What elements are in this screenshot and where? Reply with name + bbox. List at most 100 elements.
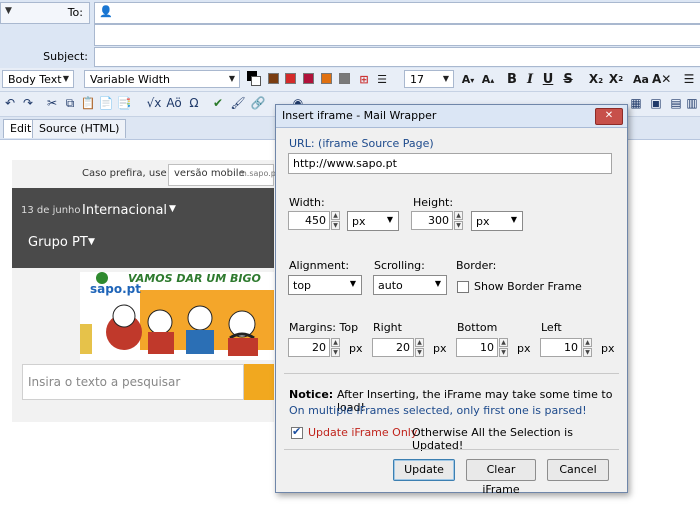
spin-down-icon[interactable]: ▼	[331, 348, 340, 357]
spellcheck-icon[interactable]: ✔	[210, 95, 226, 111]
cancel-button[interactable]: Cancel	[547, 459, 609, 481]
group-menu[interactable]: Grupo PT	[28, 235, 88, 250]
chevron-down-icon: ▼	[434, 279, 441, 288]
to-field[interactable]: 👤	[94, 2, 700, 24]
paste-word-icon[interactable]: 📑	[116, 95, 132, 111]
change-case-icon[interactable]: Aa	[632, 70, 650, 89]
undo-icon[interactable]: ↶	[2, 95, 18, 111]
background-color-swatch	[251, 76, 261, 86]
site-search-input[interactable]: Insira o texto a pesquisar	[22, 364, 244, 400]
copy-icon[interactable]: ⧉	[62, 95, 78, 111]
recipient-type-dropdown[interactable]: ▼ To:	[0, 2, 90, 24]
paste-text-icon[interactable]: 📄	[98, 95, 114, 111]
italic-icon[interactable]: I	[522, 70, 538, 89]
underline-icon[interactable]: U	[540, 70, 556, 89]
notice-text-2: On multiple iFrames selected, only first…	[289, 404, 587, 417]
margin-right-stepper[interactable]: ▲ ▼	[415, 338, 424, 357]
bullet-list-icon[interactable]: ☰	[680, 70, 698, 89]
clear-format-icon[interactable]: A✕	[652, 70, 671, 89]
height-input[interactable]: 300	[411, 211, 453, 230]
more-icon[interactable]: ▥	[684, 95, 700, 111]
update-iframe-only-label: Update iFrame Only	[308, 426, 418, 439]
margin-left-stepper[interactable]: ▲ ▼	[583, 338, 592, 357]
list-icon[interactable]: ☰	[374, 70, 390, 89]
omega-icon[interactable]: Ω	[186, 95, 202, 111]
ad-banner[interactable]: sapo.pt VAMOS DAR UM BIGO	[80, 272, 274, 360]
subject-field[interactable]	[94, 47, 700, 67]
subscript-icon[interactable]: X2	[586, 70, 606, 89]
dialog-titlebar[interactable]: Insert iframe - Mail Wrapper ✕	[276, 105, 627, 128]
spin-down-icon[interactable]: ▼	[415, 348, 424, 357]
width-stepper[interactable]: ▲ ▼	[331, 211, 340, 230]
color-swatch[interactable]	[321, 73, 332, 84]
grid-icon[interactable]: ▤	[668, 95, 684, 111]
height-stepper[interactable]: ▲ ▼	[454, 211, 463, 230]
margin-top-stepper[interactable]: ▲ ▼	[331, 338, 340, 357]
font-family-select[interactable]: Variable Width ▼	[84, 70, 240, 88]
height-unit-select[interactable]: px ▼	[471, 211, 523, 231]
url-label: URL: (iframe Source Page)	[289, 137, 434, 150]
font-size-select[interactable]: 17 ▼	[404, 70, 454, 88]
link-icon[interactable]: 🔗	[250, 95, 266, 111]
scrolling-select[interactable]: auto ▼	[373, 275, 447, 295]
px-label: px	[517, 342, 531, 355]
margin-left-label: Left	[541, 321, 562, 334]
redo-icon[interactable]: ↷	[20, 95, 36, 111]
decrease-font-icon[interactable]: A▾	[458, 70, 478, 89]
paragraph-style-select[interactable]: Body Text ▼	[2, 70, 74, 88]
address-book-icon[interactable]: 👤	[99, 5, 113, 18]
superscript-icon[interactable]: X2	[606, 70, 626, 89]
section-menu[interactable]: Internacional	[82, 203, 167, 218]
spin-up-icon[interactable]: ▲	[331, 338, 340, 347]
mobile-prompt: Caso prefira, use a	[82, 168, 176, 179]
chevron-down-icon: ▼	[88, 237, 95, 247]
close-button[interactable]: ✕	[595, 108, 623, 125]
spin-down-icon[interactable]: ▼	[454, 221, 463, 230]
spin-up-icon[interactable]: ▲	[331, 211, 340, 220]
color-swatch[interactable]	[339, 73, 350, 84]
margin-bottom-input[interactable]: 10	[456, 338, 498, 357]
bold-icon[interactable]: B	[504, 70, 520, 89]
paste-icon[interactable]: 📋	[80, 95, 96, 111]
text-color-picker[interactable]	[246, 70, 262, 88]
spin-up-icon[interactable]: ▲	[415, 338, 424, 347]
formula-icon[interactable]: √x	[146, 95, 162, 111]
width-input[interactable]: 450	[288, 211, 330, 230]
strikethrough-icon[interactable]: S	[560, 70, 576, 89]
show-border-label: Show Border Frame	[474, 280, 582, 293]
spin-down-icon[interactable]: ▼	[331, 221, 340, 230]
increase-font-icon[interactable]: A▴	[478, 70, 498, 89]
table-icon[interactable]: ▦	[628, 95, 644, 111]
color-swatch[interactable]	[303, 73, 314, 84]
clear-iframe-button[interactable]: Clear iFrame	[466, 459, 536, 496]
alignment-select[interactable]: top ▼	[288, 275, 362, 295]
spin-down-icon[interactable]: ▼	[499, 348, 508, 357]
tab-source-html[interactable]: Source (HTML)	[32, 119, 127, 138]
show-border-checkbox[interactable]	[457, 281, 469, 293]
alignment-value: top	[293, 279, 312, 292]
margin-top-input[interactable]: 20	[288, 338, 330, 357]
spin-down-icon[interactable]: ▼	[583, 348, 592, 357]
width-unit-select[interactable]: px ▼	[347, 211, 399, 231]
color-swatch[interactable]	[285, 73, 296, 84]
spin-up-icon[interactable]: ▲	[583, 338, 592, 347]
mobile-version-link[interactable]: versão mobile m.sapo.pt	[168, 164, 279, 186]
more-colors-icon[interactable]: ⊞	[356, 70, 372, 89]
mobile-domain: m.sapo.pt	[239, 169, 279, 178]
cc-field[interactable]	[94, 24, 700, 46]
url-input[interactable]: http://www.sapo.pt	[288, 153, 612, 174]
margin-right-input[interactable]: 20	[372, 338, 414, 357]
site-search-button[interactable]	[244, 364, 274, 400]
update-iframe-only-checkbox[interactable]: ✔	[291, 425, 303, 439]
spin-up-icon[interactable]: ▲	[454, 211, 463, 220]
spin-up-icon[interactable]: ▲	[499, 338, 508, 347]
image-icon[interactable]: ▣	[648, 95, 664, 111]
margin-left-input[interactable]: 10	[540, 338, 582, 357]
special-chars-icon[interactable]: Aö	[166, 95, 182, 111]
brush-icon[interactable]: 🖌	[230, 95, 246, 111]
color-swatch[interactable]	[268, 73, 279, 84]
update-button[interactable]: Update	[393, 459, 455, 481]
cut-icon[interactable]: ✂	[44, 95, 60, 111]
search-placeholder: Insira o texto a pesquisar	[28, 375, 181, 389]
margin-bottom-stepper[interactable]: ▲ ▼	[499, 338, 508, 357]
